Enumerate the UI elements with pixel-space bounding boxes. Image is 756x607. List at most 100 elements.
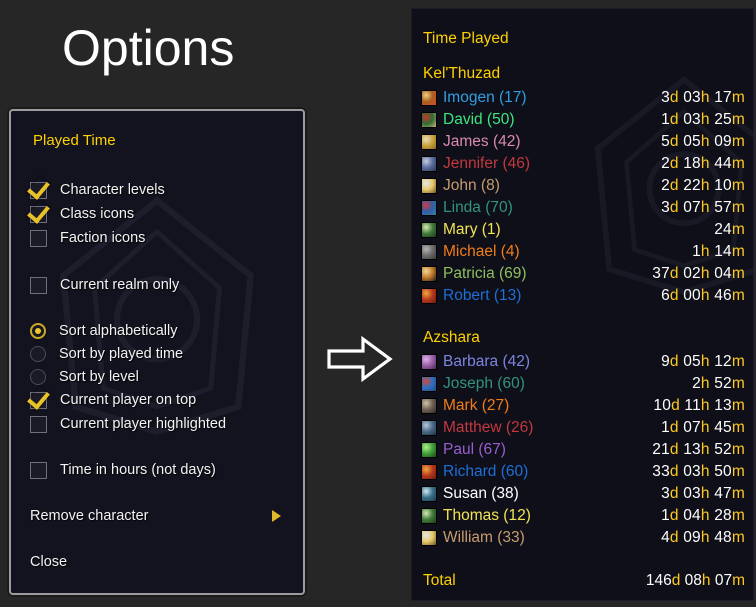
class-icon xyxy=(421,441,437,458)
radio-row-sort-by-level[interactable]: Sort by level xyxy=(30,366,139,388)
character-name: Richard (60) xyxy=(443,462,529,480)
checkbox-label-current-player-on-top: Current player on top xyxy=(60,392,197,408)
menu-item-label-close: Close xyxy=(30,554,68,570)
character-name: Paul (67) xyxy=(443,440,506,458)
class-icon xyxy=(421,287,437,304)
played-time: 3d 03h 47m xyxy=(661,484,745,502)
played-time: 1d 07h 45m xyxy=(661,418,745,436)
character-name: David (50) xyxy=(443,110,515,128)
class-icon xyxy=(421,397,437,414)
table-row[interactable]: Susan (38) 3d 03h 47m xyxy=(421,483,745,504)
radio-sort-alphabetically[interactable] xyxy=(30,323,46,339)
checkbox-character-levels[interactable] xyxy=(30,181,47,199)
played-time: 5d 05h 09m xyxy=(661,132,745,150)
radio-sort-by-played-time[interactable] xyxy=(30,346,46,362)
checkbox-time-in-hours[interactable] xyxy=(30,461,47,479)
total-time: 146d 08h 07m xyxy=(645,571,745,589)
checkbox-current-realm-only[interactable] xyxy=(30,276,47,294)
checkbox-row-character-levels[interactable]: Character levels xyxy=(30,179,165,201)
character-name: William (33) xyxy=(443,528,525,546)
table-row[interactable]: William (33) 4d 09h 48m xyxy=(421,527,745,548)
played-time: 10d 11h 13m xyxy=(653,396,745,414)
table-row[interactable]: Jennifer (46) 2d 18h 44m xyxy=(421,153,745,174)
table-row[interactable]: Robert (13) 6d 00h 46m xyxy=(421,285,745,306)
character-name: Imogen (17) xyxy=(443,88,527,106)
played-time: 1h 14m xyxy=(692,242,745,260)
panel-title: Played Time xyxy=(33,132,116,149)
checkbox-row-class-icons[interactable]: Class icons xyxy=(30,203,134,225)
checkbox-row-time-in-hours[interactable]: Time in hours (not days) xyxy=(30,459,216,481)
character-name: Barbara (42) xyxy=(443,352,531,370)
class-icon xyxy=(421,485,437,502)
played-time: 9d 05h 12m xyxy=(661,352,745,370)
checkbox-row-current-player-on-top[interactable]: Current player on top xyxy=(30,389,196,411)
character-name: Matthew (26) xyxy=(443,418,534,436)
character-name: Patricia (69) xyxy=(443,264,527,282)
table-row[interactable]: Richard (60) 33d 03h 50m xyxy=(421,461,745,482)
arrow-right-outline-icon xyxy=(327,335,393,383)
character-name: Susan (38) xyxy=(443,484,519,502)
table-row[interactable]: John (8) 2d 22h 10m xyxy=(421,175,745,196)
menu-item-remove-character[interactable]: Remove character xyxy=(30,505,285,527)
radio-row-sort-alphabetically[interactable]: Sort alphabetically xyxy=(30,320,178,342)
table-row[interactable]: Mark (27) 10d 11h 13m xyxy=(421,395,745,416)
radio-row-sort-by-played-time[interactable]: Sort by played time xyxy=(30,343,183,365)
checkbox-current-player-highlighted[interactable] xyxy=(30,415,47,433)
table-row[interactable]: Barbara (42) 9d 05h 12m xyxy=(421,351,745,372)
table-row[interactable]: Mary (1) 24m xyxy=(421,219,745,240)
played-time: 1d 03h 25m xyxy=(661,110,745,128)
class-icon xyxy=(421,243,437,260)
played-time: 3d 07h 57m xyxy=(661,198,745,216)
checkbox-row-current-realm-only[interactable]: Current realm only xyxy=(30,274,179,296)
character-name: Mark (27) xyxy=(443,396,510,414)
checkbox-label-character-levels: Character levels xyxy=(60,182,165,198)
class-icon xyxy=(421,177,437,194)
table-row[interactable]: Imogen (17) 3d 03h 17m xyxy=(421,87,745,108)
class-icon xyxy=(421,529,437,546)
class-icon xyxy=(421,375,437,392)
character-name: Joseph (60) xyxy=(443,374,525,392)
played-time: 24m xyxy=(714,220,745,238)
table-row[interactable]: Thomas (12) 1d 04h 28m xyxy=(421,505,745,526)
character-name: Mary (1) xyxy=(443,220,501,238)
checkbox-label-current-realm-only: Current realm only xyxy=(60,277,180,293)
played-time: 6d 00h 46m xyxy=(661,286,745,304)
table-row[interactable]: Paul (67) 21d 13h 52m xyxy=(421,439,745,460)
character-name: Robert (13) xyxy=(443,286,522,304)
checkbox-faction-icons[interactable] xyxy=(30,229,47,247)
character-name: Michael (4) xyxy=(443,242,520,260)
realm-header-azshara: Azshara xyxy=(423,329,480,346)
class-icon xyxy=(421,265,437,282)
table-row[interactable]: David (50) 1d 03h 25m xyxy=(421,109,745,130)
played-time: 2d 18h 44m xyxy=(661,154,745,172)
class-icon xyxy=(421,111,437,128)
table-row[interactable]: Linda (70) 3d 07h 57m xyxy=(421,197,745,218)
checkbox-row-faction-icons[interactable]: Faction icons xyxy=(30,227,145,249)
class-icon xyxy=(421,221,437,238)
checkbox-row-current-player-highlighted[interactable]: Current player highlighted xyxy=(30,413,226,435)
submenu-arrow-icon xyxy=(272,510,281,522)
class-icon xyxy=(421,89,437,106)
radio-label-sort-alphabetically: Sort alphabetically xyxy=(59,323,178,339)
class-icon xyxy=(421,463,437,480)
table-row[interactable]: Michael (4) 1h 14m xyxy=(421,241,745,262)
total-label: Total xyxy=(423,571,456,589)
page-title: Options xyxy=(62,20,235,76)
table-row[interactable]: Joseph (60) 2h 52m xyxy=(421,373,745,394)
table-row[interactable]: James (42) 5d 05h 09m xyxy=(421,131,745,152)
options-panel: Played Time Character levels Class icons… xyxy=(9,109,305,595)
checkbox-label-faction-icons: Faction icons xyxy=(60,230,146,246)
realm-header-keltuzad: Kel'Thuzad xyxy=(423,65,501,82)
table-row[interactable]: Patricia (69) 37d 02h 04m xyxy=(421,263,745,284)
checkbox-current-player-on-top[interactable] xyxy=(30,391,47,409)
class-icon xyxy=(421,419,437,436)
played-time: 3d 03h 17m xyxy=(661,88,745,106)
radio-sort-by-level[interactable] xyxy=(30,369,46,385)
menu-item-close[interactable]: Close xyxy=(30,551,285,573)
checkbox-class-icons[interactable] xyxy=(30,205,47,223)
table-row[interactable]: Matthew (26) 1d 07h 45m xyxy=(421,417,745,438)
total-row: Total 146d 08h 07m xyxy=(423,570,745,591)
menu-item-label-remove-character: Remove character xyxy=(30,508,149,524)
checkbox-label-current-player-highlighted: Current player highlighted xyxy=(60,416,227,432)
character-name: James (42) xyxy=(443,132,521,150)
